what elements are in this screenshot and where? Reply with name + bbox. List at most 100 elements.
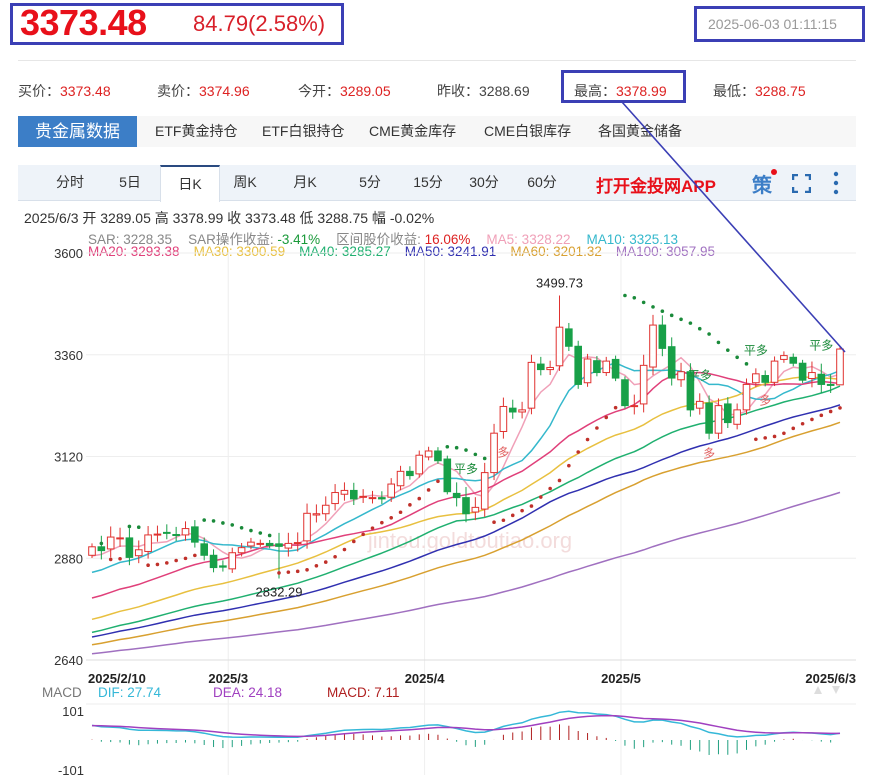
y-tick-label: 3120 — [54, 450, 83, 465]
sar-dot — [716, 340, 721, 345]
candle-body — [181, 528, 190, 536]
candle-body — [116, 537, 124, 540]
candle-body — [424, 450, 433, 458]
candle-body — [677, 371, 685, 381]
candle-body — [761, 375, 770, 383]
sar-dot — [482, 456, 487, 461]
candle-body — [546, 366, 554, 371]
sar-dot — [735, 355, 739, 360]
sar-dot — [108, 557, 113, 562]
candle-body — [574, 345, 583, 385]
sar-dot — [314, 564, 319, 568]
candle-body — [359, 495, 367, 498]
y-tick-label: 2640 — [54, 653, 83, 668]
sar-dot — [669, 313, 674, 318]
sar-dot — [800, 421, 805, 426]
sar-dot — [641, 300, 646, 305]
sar-dot — [782, 431, 786, 436]
macd-tick: -101 — [58, 763, 84, 778]
candle-body — [265, 542, 274, 547]
sar-dot — [791, 426, 796, 431]
sar-dot — [529, 504, 534, 508]
sar-dot — [426, 488, 431, 492]
sar-dot — [828, 409, 833, 414]
candle-body — [724, 403, 732, 424]
sar-dot — [295, 569, 300, 574]
candle-body — [406, 470, 414, 477]
candle-body — [639, 364, 648, 405]
candle-body — [378, 497, 386, 500]
sar-dot — [510, 513, 515, 518]
signal-marker: 多 — [759, 393, 771, 407]
y-tick-label: 3360 — [54, 348, 83, 363]
candle-body — [770, 360, 779, 383]
sar-dot — [211, 519, 216, 523]
sar-dot — [539, 495, 543, 499]
sar-dot — [286, 570, 291, 574]
sar-dot — [389, 516, 394, 520]
candle-body — [144, 534, 152, 552]
sar-dot — [613, 405, 618, 410]
sar-dot — [352, 539, 356, 544]
kline-chart[interactable]: 3600 3360 3120 2880 2640 2025/2/10 2025/3 2025/… — [0, 0, 872, 781]
sar-dot — [464, 448, 468, 452]
candle-body — [817, 373, 826, 385]
candle-body — [106, 536, 115, 550]
candle-body — [340, 489, 349, 495]
sar-dot — [501, 518, 506, 523]
candle-body — [733, 409, 741, 425]
candle-body — [191, 526, 199, 543]
sar-dot — [146, 563, 150, 568]
x-tick-label: 2025/4 — [405, 671, 446, 686]
candle-body — [350, 489, 358, 500]
min-price-label: 2832.29 — [256, 584, 303, 599]
sar-dot — [576, 450, 580, 454]
candle-body — [97, 546, 106, 552]
dif-value: DIF: 27.74 — [98, 685, 162, 700]
candle-body — [452, 492, 461, 499]
sar-dot — [454, 445, 459, 450]
x-tick-label: 2025/6/3 — [805, 671, 856, 686]
dif-line — [91, 710, 841, 739]
sar-dot — [707, 332, 711, 336]
sar-dot — [267, 533, 272, 538]
sar-dot — [183, 556, 188, 561]
candle-body — [705, 402, 713, 434]
candle-body — [284, 542, 293, 549]
candle-body — [583, 358, 592, 384]
sar-dot — [651, 305, 655, 309]
candle-body — [565, 328, 573, 347]
sar-dot — [323, 560, 328, 564]
sar-dot — [772, 434, 777, 439]
x-tick-label: 2025/3 — [208, 671, 248, 686]
candle-body — [228, 552, 237, 570]
candle-body — [443, 458, 452, 493]
signal-marker: 多 — [703, 446, 715, 460]
candle-body — [611, 358, 620, 379]
candle-body — [695, 400, 704, 409]
candle-body — [780, 355, 788, 360]
sar-dot — [754, 437, 758, 442]
signal-marker: 平多 — [744, 343, 768, 357]
candle-body — [303, 512, 311, 542]
candle-body — [537, 363, 545, 371]
sar-dot — [155, 562, 160, 567]
sar-dot — [660, 309, 665, 314]
sar-dot — [679, 317, 683, 322]
candle-body — [593, 360, 601, 374]
x-tick-label: 2025/2/10 — [88, 671, 146, 686]
candle-body — [321, 504, 330, 515]
candle-body — [499, 405, 508, 432]
candle-body — [415, 454, 424, 475]
candle-body — [312, 513, 321, 516]
sar-dot — [277, 571, 281, 575]
candle-body — [368, 497, 377, 500]
candle-body — [237, 547, 246, 554]
sar-dot — [333, 555, 337, 559]
sar-dot — [193, 553, 197, 558]
candle-body — [649, 324, 657, 368]
candle-body — [602, 360, 611, 374]
signal-marker: 平多 — [809, 339, 833, 353]
candle-body — [200, 543, 208, 556]
sar-dot — [436, 479, 440, 484]
